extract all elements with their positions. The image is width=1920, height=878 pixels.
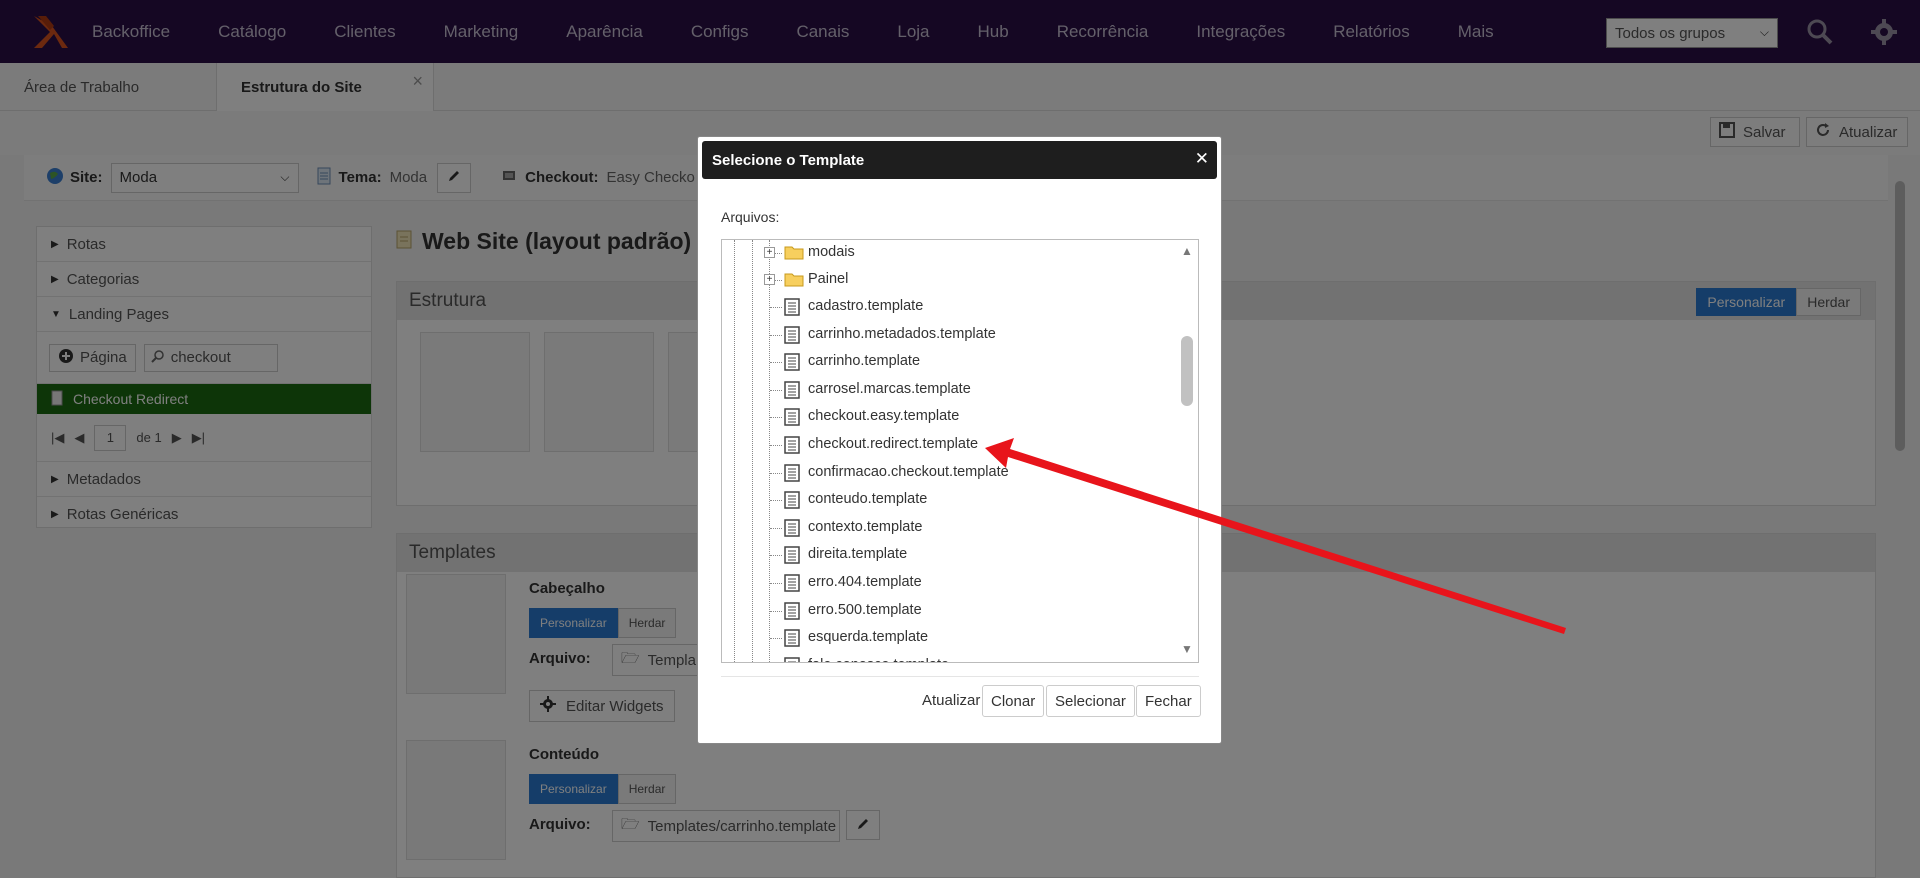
expand-icon[interactable]: +: [764, 247, 775, 258]
tree-item-label: contexto.template: [808, 518, 923, 535]
tree-item-label: esquerda.template: [808, 629, 929, 646]
tree-scrollbar[interactable]: ▲ ▼: [1176, 240, 1198, 662]
tree-item-label: Painel: [808, 271, 849, 287]
file-icon: [784, 519, 800, 541]
fechar-label: Fechar: [1145, 692, 1192, 710]
tree-item-label: modais: [808, 244, 855, 260]
tree-item-label: cadastro.template: [808, 298, 924, 314]
file-icon: [784, 657, 800, 662]
file-icon: [784, 574, 800, 596]
file-icon: [784, 601, 800, 624]
close-icon[interactable]: ✕: [1195, 149, 1209, 169]
scroll-down-icon[interactable]: ▼: [1181, 642, 1193, 656]
dialog-header: Selecione o Template ✕: [702, 141, 1217, 179]
file-icon: [784, 381, 800, 403]
file-icon: [784, 436, 800, 458]
file-icon: [784, 629, 800, 651]
tree-item-label: conteudo.template: [808, 491, 928, 508]
tree-item-label: erro.500.template: [808, 601, 922, 618]
atualizar-link[interactable]: Atualizar: [922, 685, 980, 715]
scrollbar-thumb[interactable]: [1181, 336, 1193, 406]
dialog-title: Selecione o Template: [712, 151, 865, 169]
folder-icon: [784, 271, 804, 291]
file-icon: [784, 325, 800, 348]
tree-item-label: carrinho.metadados.template: [808, 325, 996, 342]
tree-item-label: confirmacao.checkout.template: [808, 463, 1009, 480]
tree-item-label: fale.conosco.template: [808, 657, 949, 662]
clonar-button[interactable]: Clonar: [982, 685, 1045, 717]
clonar-label: Clonar: [991, 692, 1036, 710]
tree-item-label: checkout.easy.template: [808, 408, 960, 425]
file-icon: [784, 298, 800, 320]
arquivos-label: Arquivos:: [721, 209, 780, 225]
file-icon: [784, 408, 800, 430]
atualizar-label: Atualizar: [922, 691, 981, 709]
file-icon: [784, 546, 800, 568]
fechar-button[interactable]: Fechar: [1136, 685, 1201, 717]
file-icon: [784, 463, 800, 486]
tree-item-label: checkout.redirect.template: [808, 436, 979, 452]
selecionar-button[interactable]: Selecionar: [1046, 685, 1135, 717]
scroll-up-icon[interactable]: ▲: [1181, 244, 1193, 258]
folder-icon: [784, 244, 804, 264]
select-template-dialog: Selecione o Template ✕ Arquivos: + modai…: [697, 136, 1222, 744]
selecionar-label: Selecionar: [1055, 692, 1126, 710]
tree-item-label: carrinho.template: [808, 353, 921, 370]
tree-item-label: direita.template: [808, 546, 908, 563]
file-icon: [784, 353, 800, 375]
tree-item-label: erro.404.template: [808, 574, 922, 590]
file-icon: [784, 491, 800, 513]
tree-item-label: carrosel.marcas.template: [808, 380, 971, 397]
expand-icon[interactable]: +: [764, 274, 775, 285]
file-tree: + modais + Painel cadastro.template carri…: [721, 239, 1199, 663]
